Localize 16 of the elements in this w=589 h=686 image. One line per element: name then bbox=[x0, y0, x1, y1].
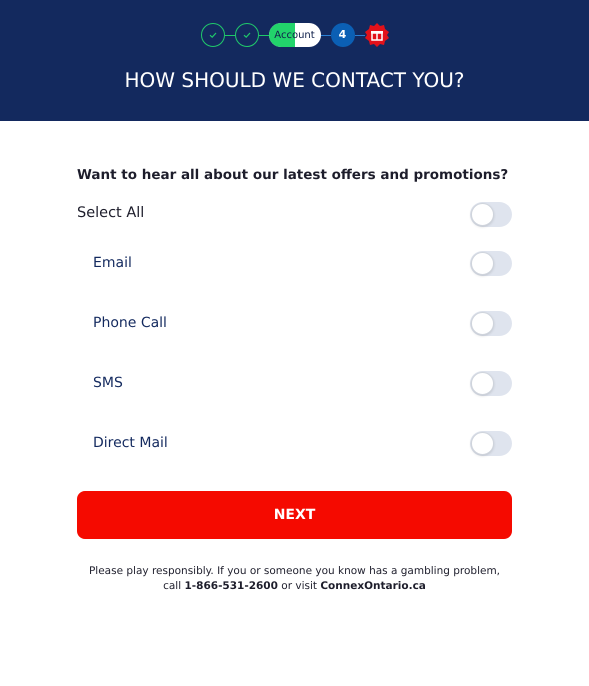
toggle-label: SMS bbox=[92, 374, 123, 393]
toggle-switch[interactable] bbox=[470, 250, 512, 276]
toggle-label: Phone Call bbox=[92, 314, 167, 333]
gift-icon bbox=[364, 23, 388, 47]
question-text: Want to hear all about our latest offers and promotions? bbox=[77, 166, 510, 185]
toggle-switch[interactable] bbox=[470, 202, 512, 227]
toggle-label: Select All bbox=[77, 204, 144, 224]
toggle-switch[interactable] bbox=[470, 310, 512, 336]
page-title: HOW SHOULD WE CONTACT YOU? bbox=[124, 67, 465, 94]
toggle-switch[interactable] bbox=[470, 370, 512, 396]
step-number: 4 bbox=[330, 23, 354, 47]
responsible-gambling-notice: Please play responsibly. If you or someone you know has a gambling problem, call 1-866-531-2600 or visit ConnexOntario.ca bbox=[88, 564, 502, 594]
toggle-label: Email bbox=[92, 254, 132, 273]
toggle-switch[interactable] bbox=[470, 430, 512, 456]
next-button[interactable]: NEXT bbox=[77, 491, 512, 540]
toggle-label: Direct Mail bbox=[92, 434, 168, 453]
